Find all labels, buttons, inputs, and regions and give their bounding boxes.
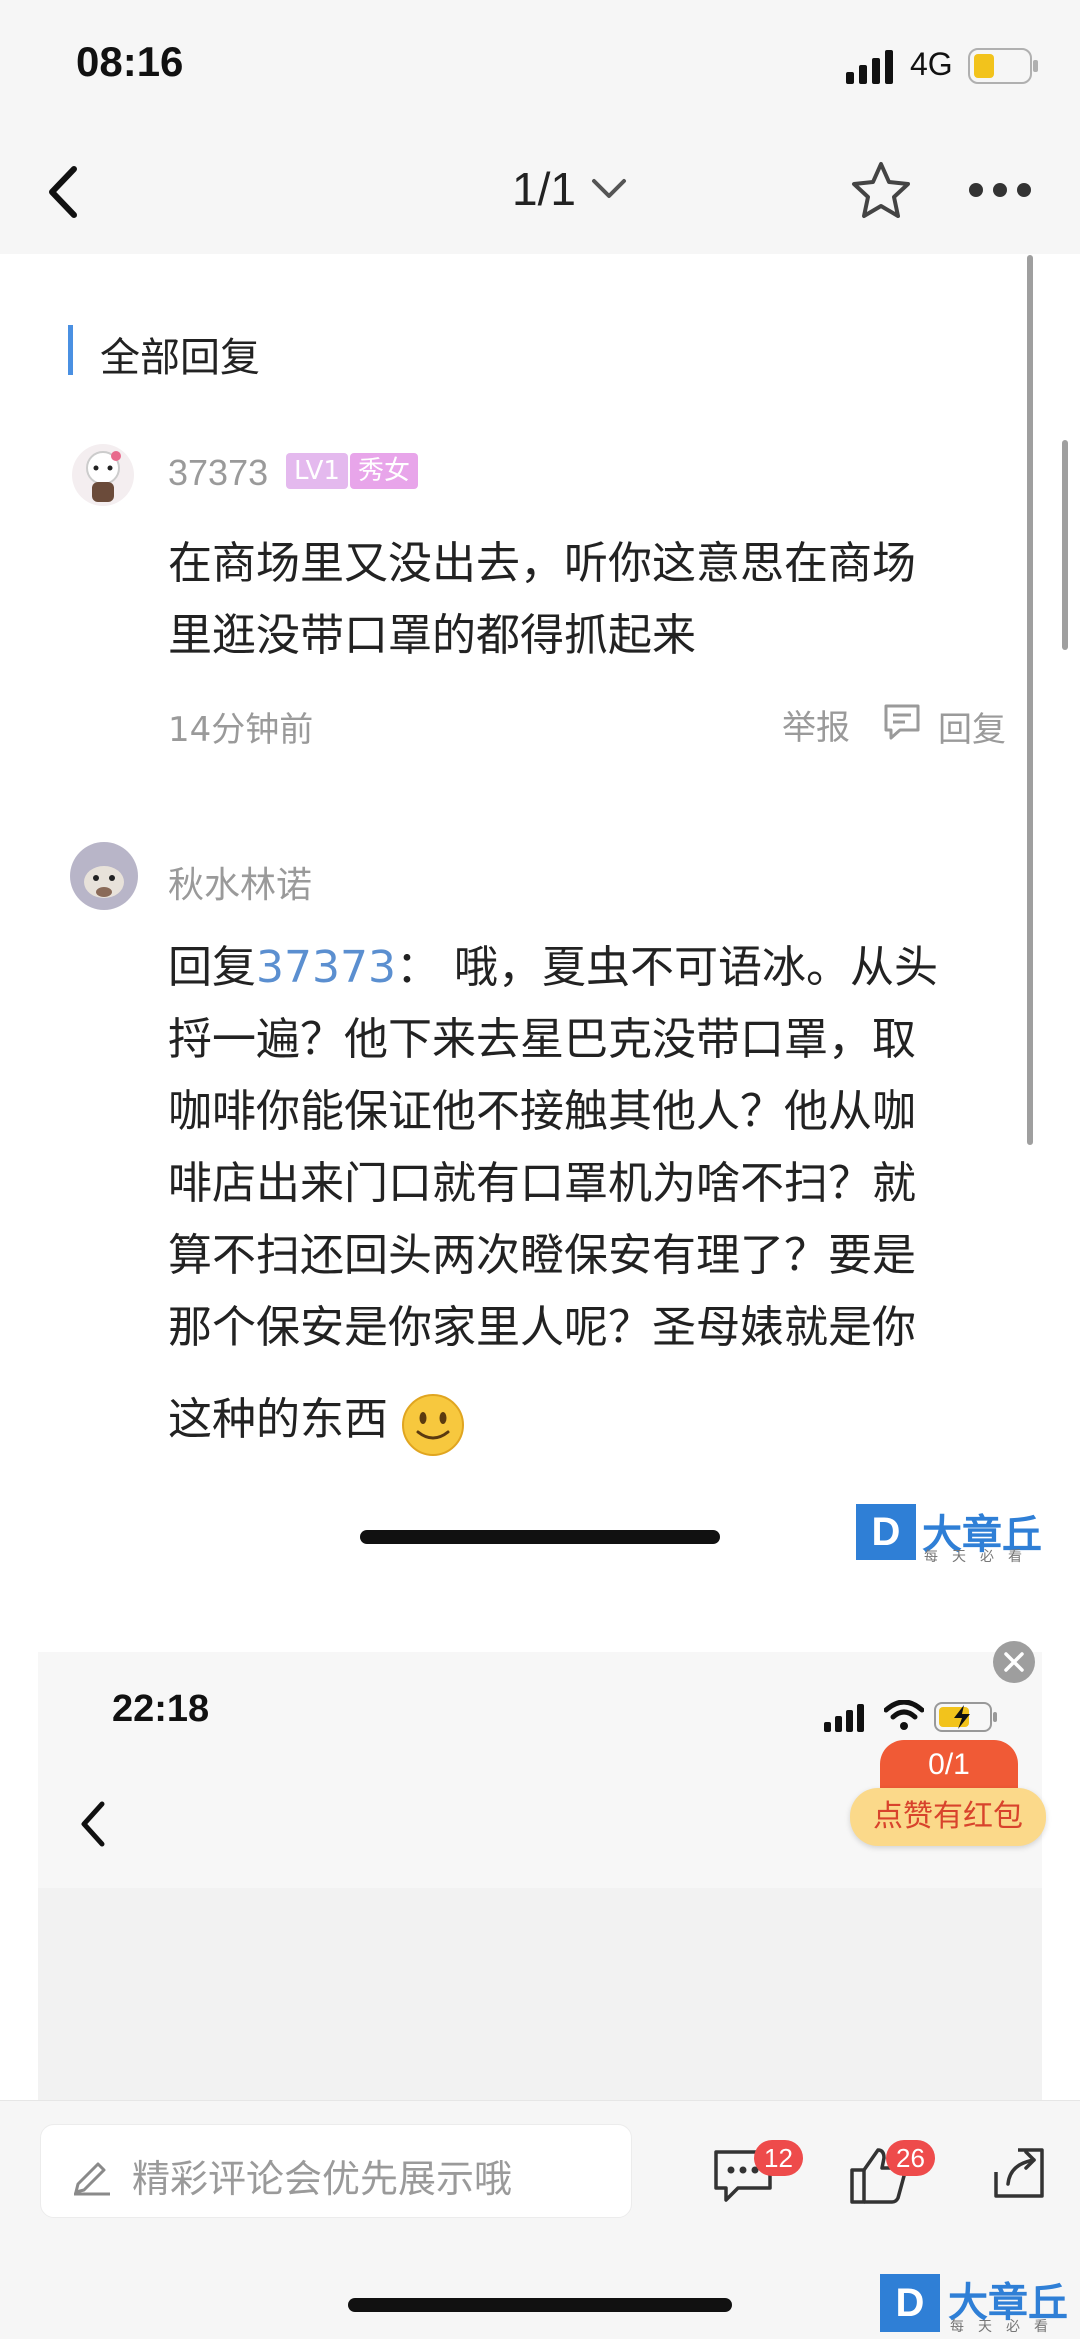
reply-target-link[interactable]: 37373 — [256, 942, 396, 993]
comment-bubble-icon[interactable] — [880, 700, 924, 744]
comment-text-line: 算不扫还回头两次瞪保安有理了？要是 — [168, 1230, 916, 1281]
comment-text-line: 里逛没带口罩的都得抓起来 — [168, 610, 696, 661]
battery-icon — [968, 48, 1038, 84]
watermark-logo: D — [880, 2274, 940, 2332]
embedded-status-time: 22:18 — [112, 1688, 210, 1730]
home-indicator — [348, 2298, 732, 2312]
close-icon — [1004, 1652, 1024, 1672]
signal-icon — [846, 50, 893, 84]
chevron-down-icon[interactable] — [590, 176, 628, 202]
avatar-cat-icon — [86, 451, 121, 502]
comment-time: 14分钟前 — [168, 710, 314, 750]
pencil-icon — [74, 2162, 110, 2196]
watermark-sub: 每天必看 — [924, 1549, 1036, 1565]
watermark-logo: D — [856, 1504, 916, 1560]
reply-button[interactable]: 回复 — [938, 702, 1006, 751]
reply-text: ： 哦，夏虫不可语冰。从头 — [395, 942, 938, 993]
star-icon[interactable] — [850, 160, 912, 220]
status-time: 08:16 — [76, 38, 184, 85]
wifi-icon — [884, 1700, 924, 1730]
close-button[interactable] — [993, 1641, 1035, 1683]
tag-badge: 秀女 — [350, 453, 419, 489]
embedded-screenshot: 22:18 — [38, 1652, 1042, 2106]
scrollbar[interactable] — [1062, 440, 1068, 650]
back-icon[interactable] — [44, 165, 80, 219]
comment-text-line: 捋一遍？他下来去星巴克没带口罩，取 — [168, 1014, 916, 1065]
username[interactable]: 37373 — [168, 452, 268, 494]
comment-text-line: 那个保安是你家里人呢？圣母婊就是你 — [168, 1302, 916, 1353]
scrollbar[interactable] — [1027, 255, 1033, 1145]
report-button[interactable]: 举报 — [782, 700, 850, 749]
page-indicator[interactable]: 1/1 — [512, 162, 576, 216]
watermark-sub: 每天必看 — [950, 2319, 1062, 2335]
comment-placeholder: 精彩评论会优先展示哦 — [132, 2157, 513, 2201]
red-packet-button[interactable]: 点赞有红包 — [850, 1788, 1046, 1846]
section-accent-bar — [68, 325, 73, 375]
more-icon[interactable] — [968, 180, 1032, 200]
comment-text-line: 啡店出来门口就有口罩机为啥不扫？就 — [168, 1158, 916, 1209]
comment-text-line: 在商场里又没出去，听你这意思在商场 — [168, 538, 916, 589]
comment-text-line: 回复37373： 哦，夏虫不可语冰。从头 — [168, 932, 938, 1004]
level-badge: LV1 — [286, 453, 348, 489]
network-label: 4G — [910, 46, 953, 82]
comment-text-line: 这种的东西 — [168, 1394, 388, 1445]
comment-text-line: 咖啡你能保证他不接触其他人？他从咖 — [168, 1086, 916, 1137]
screen: 08:16 4G 1/1 全部回复 37373 LV1 秀女 在商场里又没出去，… — [0, 0, 1080, 2339]
embedded-signal-icon — [824, 1704, 864, 1732]
avatar[interactable] — [72, 444, 134, 506]
embedded-battery-icon — [934, 1702, 997, 1732]
section-title: 全部回复 — [100, 335, 260, 381]
avatar[interactable] — [70, 842, 138, 910]
reply-prefix: 回复 — [168, 942, 256, 993]
embedded-back-icon — [81, 1801, 105, 1847]
like-count-badge: 26 — [886, 2140, 935, 2176]
smile-emoji-icon — [402, 1394, 464, 1456]
avatar-hamster-icon — [84, 866, 124, 898]
share-icon[interactable] — [990, 2144, 1048, 2202]
vote-count: 0/1 — [880, 1740, 1018, 1790]
username[interactable]: 秋水林诺 — [168, 856, 312, 908]
home-indicator — [360, 1530, 720, 1544]
comment-count-badge: 12 — [754, 2140, 803, 2176]
